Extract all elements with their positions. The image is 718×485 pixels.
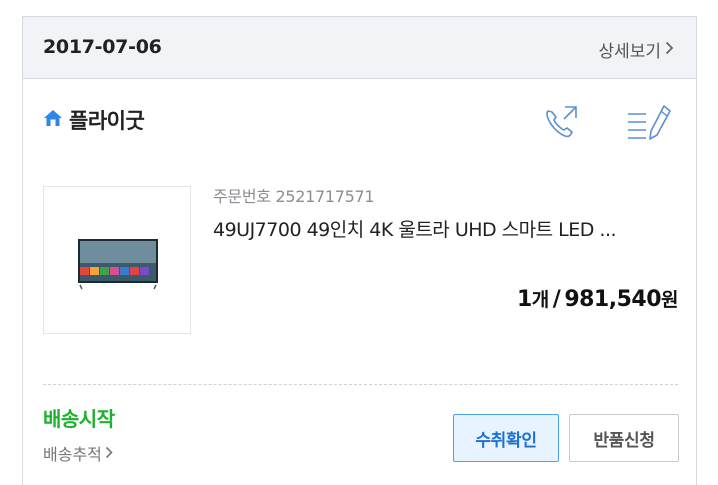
- confirm-receipt-button[interactable]: 수취확인: [453, 414, 559, 462]
- order-number: 주문번호 2521717571: [213, 183, 375, 207]
- product-name[interactable]: 49UJ7700 49인치 4K 울트라 UHD 스마트 LED ...: [213, 215, 683, 242]
- tracking-link-label: 배송추적: [43, 445, 102, 464]
- return-request-button[interactable]: 반품신청: [569, 414, 679, 462]
- quantity-unit: 개: [531, 289, 549, 311]
- separator: /: [552, 287, 561, 312]
- shop-link[interactable]: 플라이굿: [43, 105, 145, 135]
- divider: [43, 384, 678, 385]
- chevron-right-icon: [665, 40, 674, 60]
- home-icon: [43, 108, 63, 132]
- product-thumbnail[interactable]: [43, 186, 191, 334]
- order-date: 2017-07-06: [43, 36, 162, 58]
- delivery-status: 배송시작: [43, 407, 115, 431]
- chevron-right-icon: [105, 444, 113, 463]
- quantity-price: 1 개 / 981,540 원: [516, 285, 679, 312]
- quantity-value: 1: [516, 287, 532, 312]
- price-value: 981,540: [564, 287, 662, 312]
- shop-name: 플라이굿: [69, 109, 145, 133]
- tv-image: [78, 239, 158, 290]
- price-unit: 원: [661, 289, 678, 311]
- detail-link[interactable]: 상세보기: [598, 37, 674, 62]
- phone-call-icon[interactable]: [541, 103, 581, 143]
- detail-link-label: 상세보기: [598, 42, 661, 62]
- order-card: 2017-07-06 상세보기 플라이굿 주문번호 2521717571 49U…: [22, 16, 697, 485]
- order-number-label: 주문번호: [213, 187, 271, 206]
- tracking-link[interactable]: 배송추적: [43, 441, 113, 465]
- write-review-icon[interactable]: [626, 103, 671, 143]
- order-header: 2017-07-06 상세보기: [23, 17, 696, 79]
- order-number-value: 2521717571: [275, 187, 375, 206]
